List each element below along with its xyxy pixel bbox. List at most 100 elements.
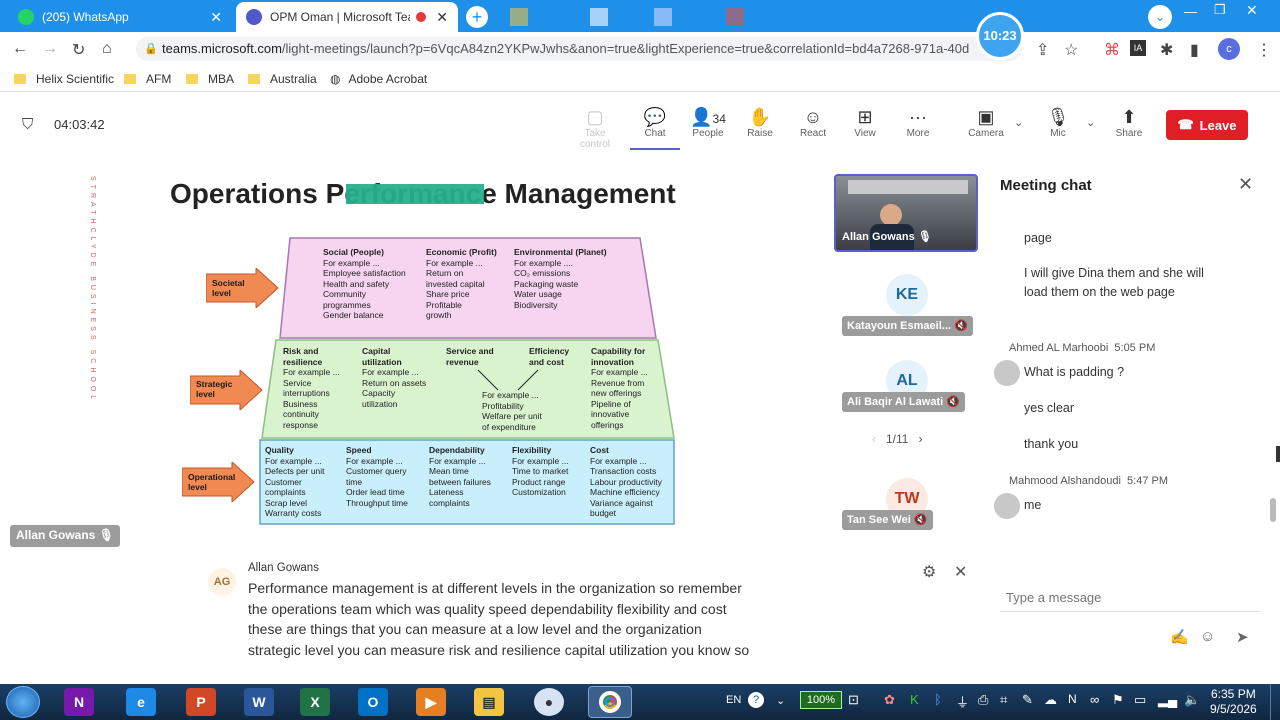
tray-link-icon[interactable]: ∞ [1090, 692, 1099, 707]
live-caption-panel: AG Allan Gowans Performance management i… [200, 552, 980, 684]
mic-button[interactable]: 🎙 Mic [1033, 106, 1083, 139]
display-icon[interactable]: ▭ [1134, 692, 1146, 708]
tab-whatsapp[interactable]: (205) WhatsApp ✕ [8, 2, 232, 32]
camera-button[interactable]: ▣ Camera [961, 106, 1011, 139]
tray-app-icon[interactable]: ⌗ [1000, 692, 1007, 708]
bookmark-label: MBA [208, 72, 235, 86]
bookmark-adobe[interactable]: ◍ Adobe Acrobat [330, 72, 427, 86]
clock-time: 6:35 PM [1211, 687, 1256, 701]
extension-icon[interactable]: ⌘ [1104, 40, 1120, 60]
share-button[interactable]: ⬆ Share [1104, 106, 1154, 139]
reload-icon[interactable]: ↻ [72, 40, 85, 60]
side-panel-icon[interactable]: ▮ [1190, 40, 1199, 60]
word-icon[interactable]: W [244, 688, 274, 716]
profile-avatar[interactable]: c [1218, 38, 1240, 60]
sender-time: 5:05 PM [1114, 342, 1156, 354]
close-tab-icon[interactable]: ✕ [436, 9, 448, 26]
bookmark-star-icon[interactable]: ☆ [1064, 40, 1078, 60]
react-button[interactable]: ☺ React [788, 106, 838, 139]
camera-options-chevron-icon[interactable]: ⌄ [1014, 116, 1023, 129]
send-icon[interactable]: ➤ [1236, 628, 1249, 646]
raise-hand-button[interactable]: ✋ Raise [735, 106, 785, 139]
media-player-icon[interactable]: ▶ [416, 688, 446, 716]
back-icon[interactable]: ← [12, 40, 28, 58]
chevron-down-icon[interactable]: ⌄ [1148, 5, 1172, 29]
tool-label: Raise [747, 128, 773, 139]
operational-col-flexibility: Flexibility For example ... Time to market… [512, 445, 569, 497]
format-icon[interactable]: ✍ [1170, 628, 1189, 646]
mic-off-icon: 🔇 [954, 320, 968, 332]
more-button[interactable]: ··· More [893, 106, 943, 139]
bookmark-label: Helix Scientific [36, 72, 115, 86]
battery-indicator[interactable]: 100% [800, 691, 842, 709]
volume-icon[interactable]: 🔈 [1184, 692, 1200, 708]
share-page-icon[interactable]: ⇪ [1036, 40, 1049, 60]
close-tab-icon[interactable]: ✕ [210, 9, 222, 26]
caption-settings-gear-icon[interactable]: ⚙ [922, 562, 936, 582]
emoji-icon[interactable]: ☺ [1200, 628, 1215, 645]
bookmark-australia[interactable]: Australia [248, 72, 317, 86]
puzzle-extensions-icon[interactable]: ✱ [1160, 40, 1173, 60]
mic-options-chevron-icon[interactable]: ⌄ [1086, 116, 1095, 129]
meeting-toolbar: ⛉ 04:03:42 ▢ Take control 💬 Chat 👤34 People… [0, 92, 1280, 158]
bookmark-helix[interactable]: Helix Scientific [14, 72, 114, 86]
sender-name: Mahmood Alshandoudi [1009, 475, 1121, 487]
tray-nx-icon[interactable]: N [1068, 692, 1077, 706]
bookmark-mba[interactable]: MBA [186, 72, 234, 86]
onenote-icon[interactable]: N [64, 688, 94, 716]
windows-start-button[interactable] [6, 686, 40, 718]
forward-icon[interactable]: → [42, 40, 58, 58]
leave-button[interactable]: ☎ Leave [1166, 110, 1248, 140]
usb-icon[interactable]: ⏚ [956, 692, 969, 711]
tray-flower-icon[interactable]: ✿ [884, 692, 895, 708]
chevron-left-icon[interactable]: ‹ [872, 432, 876, 446]
network-signal-icon[interactable]: ▂▄ [1158, 692, 1177, 708]
app-bubble-icon[interactable]: ● [534, 688, 564, 716]
view-icon: ⊞ [857, 107, 873, 127]
close-window-icon[interactable]: ✕ [1246, 2, 1258, 19]
take-control-button[interactable]: ▢ Take control [570, 106, 620, 150]
minimize-icon[interactable]: — [1184, 4, 1197, 19]
kebab-menu-icon[interactable]: ⋮ [1256, 40, 1272, 60]
participant-tile-2[interactable]: AL Ali Baqir Al Lawati 🔇 [834, 354, 978, 432]
new-tab-button[interactable]: + [466, 6, 488, 28]
language-indicator[interactable]: EN [726, 694, 741, 706]
chevron-right-icon[interactable]: › [918, 432, 922, 446]
chat-button[interactable]: 💬 Chat [630, 106, 680, 150]
tray-pen-icon[interactable]: ✎ [1022, 692, 1033, 708]
tray-chevron-icon[interactable]: ⌄ [776, 694, 785, 707]
close-chat-icon[interactable]: ✕ [1238, 174, 1253, 195]
file-explorer-icon[interactable]: ▤ [474, 688, 504, 716]
share-icon: ⬆ [1121, 107, 1137, 127]
view-button[interactable]: ⊞ View [840, 106, 890, 139]
participant-tile-1[interactable]: KE Katayoun Esmaeil... 🔇 [834, 268, 978, 346]
internet-explorer-icon[interactable]: e [126, 688, 156, 716]
taskbar-clock[interactable]: 6:35 PM 9/5/2026 [1210, 687, 1257, 717]
tray-k-icon[interactable]: K [910, 692, 919, 707]
chrome-icon[interactable] [588, 686, 632, 718]
tray-device-icon[interactable]: ⊡ [848, 692, 859, 708]
tab-teams[interactable]: OPM Oman | Microsoft Teams ✕ [236, 2, 458, 32]
excel-icon[interactable]: X [300, 688, 330, 716]
action-center-flag-icon[interactable]: ⚑ [1112, 692, 1124, 708]
bluetooth-icon[interactable]: ᛒ [934, 692, 942, 707]
bookmark-afm[interactable]: AFM [124, 72, 171, 86]
people-button[interactable]: 👤34 People [683, 106, 733, 139]
tool-label: Share [1115, 128, 1143, 139]
home-icon[interactable]: ⌂ [102, 40, 112, 58]
outlook-icon[interactable]: O [358, 688, 388, 716]
chat-message-input[interactable] [1000, 584, 1260, 612]
close-caption-icon[interactable]: ✕ [954, 562, 967, 582]
url-bar[interactable]: 🔒 teams.microsoft.com/light-meetings/lau… [136, 37, 1022, 61]
participant-tile-3[interactable]: TW Tan See Wei 🔇 [834, 470, 978, 548]
chat-scrollbar[interactable] [1270, 498, 1276, 522]
video-tile-presenter[interactable]: Allan Gowans 🎙 [834, 174, 978, 252]
printer-icon[interactable]: ⎙ [978, 692, 988, 708]
restore-icon[interactable]: ❐ [1214, 2, 1226, 18]
powerpoint-icon[interactable]: P [186, 688, 216, 716]
show-desktop-button[interactable] [1270, 684, 1280, 720]
help-icon[interactable]: ? [748, 692, 764, 708]
ia-extension-icon[interactable]: IA [1130, 40, 1146, 56]
tool-label: Camera [968, 128, 1004, 139]
tray-cloud-icon[interactable]: ☁ [1044, 692, 1057, 708]
